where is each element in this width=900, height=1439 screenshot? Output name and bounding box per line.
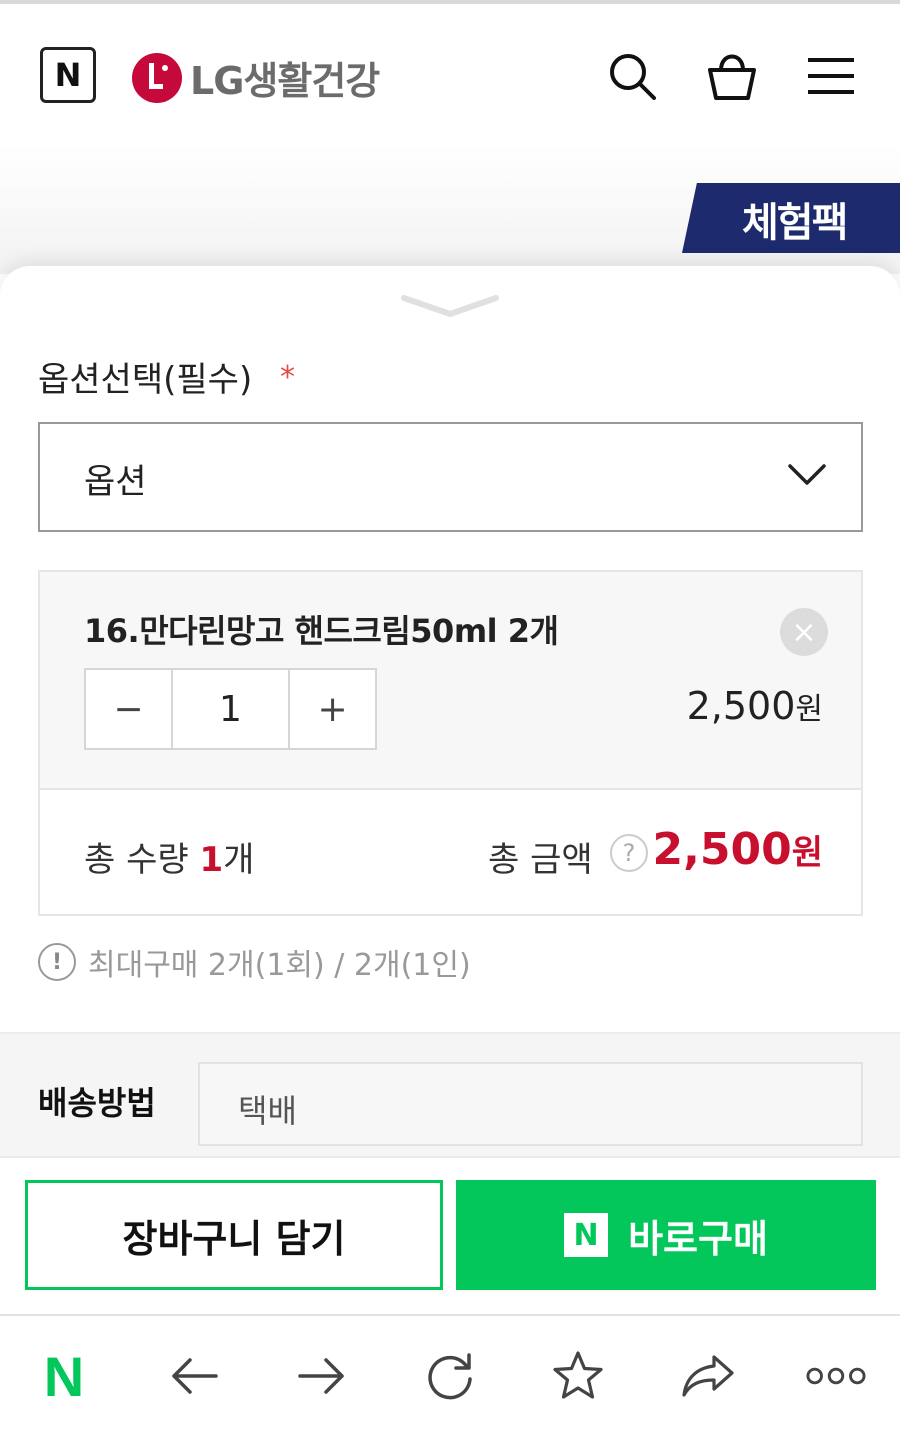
purchase-actions: 장바구니 담기 N 바로구매 — [0, 1156, 900, 1314]
shipping-method-value: 택배 — [238, 1092, 297, 1130]
share-icon[interactable] — [678, 1346, 738, 1406]
site-header: N LG생활건강 — [0, 4, 900, 144]
option-label: 옵션선택(필수) — [38, 360, 253, 400]
decrease-button[interactable]: − — [86, 670, 171, 748]
total-quantity-unit: 개 — [223, 840, 255, 880]
total-amount-label: 총 금액 — [488, 840, 593, 880]
total-amount-value: 2,500 — [652, 824, 792, 875]
option-select[interactable]: 옵션 — [38, 422, 863, 532]
item-price-value: 2,500 — [686, 684, 796, 728]
browser-toolbar: N — [0, 1314, 900, 1439]
info-icon: ! — [38, 943, 76, 981]
total-quantity-value: 1 — [199, 840, 224, 880]
item-price: 2,500원 — [687, 684, 823, 728]
cart-icon[interactable] — [704, 48, 760, 104]
help-icon[interactable]: ? — [610, 834, 648, 872]
close-icon[interactable]: × — [780, 608, 828, 656]
back-arrow-icon[interactable] — [164, 1346, 224, 1406]
required-mark: * — [280, 360, 295, 395]
selected-item: 16.만다린망고 핸드크림50ml 2개 × − 1 + 2,500원 — [40, 572, 861, 788]
lg-logo-icon — [132, 52, 182, 103]
naver-pay-icon: N — [564, 1213, 609, 1257]
increase-button[interactable]: + — [290, 670, 375, 748]
item-name: 16.만다린망고 핸드크림50ml 2개 — [84, 612, 559, 650]
naver-n-icon[interactable]: N — [40, 47, 96, 103]
sheet-collapse-handle[interactable] — [400, 292, 500, 322]
more-icon[interactable] — [806, 1346, 866, 1406]
naver-home-icon[interactable]: N — [34, 1345, 94, 1408]
item-price-unit: 원 — [795, 692, 823, 727]
shipping-method-field[interactable]: 택배 — [198, 1062, 863, 1146]
chevron-down-icon — [787, 462, 827, 488]
purchase-limit-notice: ! 최대구매 2개(1회) / 2개(1인) — [38, 940, 471, 984]
forward-arrow-icon[interactable] — [292, 1346, 352, 1406]
add-to-cart-button[interactable]: 장바구니 담기 — [25, 1180, 443, 1290]
brand-name: LG생활건강 — [190, 59, 380, 103]
total-amount: 2,500원 — [653, 824, 823, 875]
shipping-section: 배송방법 택배 — [0, 1032, 900, 1156]
purchase-limit-text: 최대구매 2개(1회) / 2개(1인) — [88, 948, 471, 983]
totals-row: 총 수량 1개 총 금액 ? 2,500원 — [40, 788, 861, 914]
quantity-input[interactable]: 1 — [170, 670, 291, 748]
total-amount-unit: 원 — [791, 833, 823, 873]
refresh-icon[interactable] — [420, 1346, 480, 1406]
buy-now-label: 바로구매 — [628, 1216, 768, 1261]
menu-icon[interactable] — [804, 48, 860, 104]
option-select-value: 옵션 — [84, 462, 147, 502]
total-quantity-label: 총 수량 — [84, 840, 189, 880]
brand-logo[interactable]: LG생활건강 — [132, 50, 380, 105]
trial-pack-badge-label: 체험팩 — [742, 200, 848, 246]
buy-now-button[interactable]: N 바로구매 — [456, 1180, 876, 1290]
shipping-label: 배송방법 — [38, 1084, 156, 1122]
total-quantity: 총 수량 1개 — [84, 832, 254, 881]
search-icon[interactable] — [604, 48, 660, 104]
quantity-stepper: − 1 + — [84, 668, 377, 750]
star-icon[interactable] — [548, 1346, 608, 1406]
selected-item-box: 16.만다린망고 핸드크림50ml 2개 × − 1 + 2,500원 총 수량… — [38, 570, 863, 916]
